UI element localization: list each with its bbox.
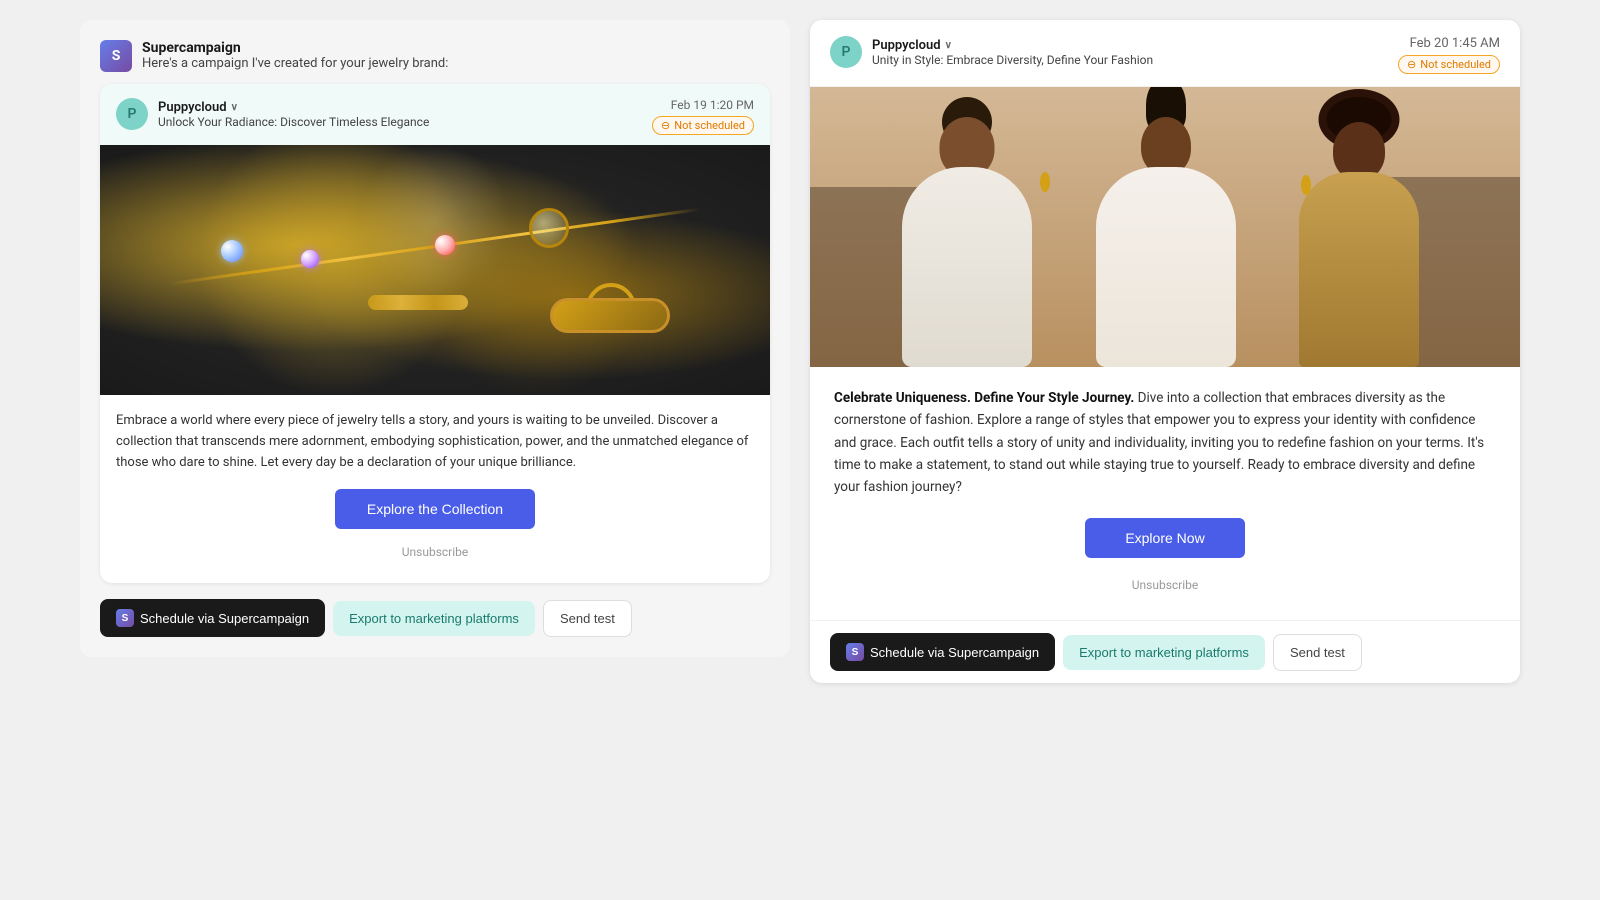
body-2 <box>1096 167 1236 367</box>
brand-intro: Here's a campaign I've created for your … <box>142 56 448 71</box>
export-button-right[interactable]: Export to marketing platforms <box>1063 635 1265 670</box>
send-test-button-right[interactable]: Send test <box>1273 634 1362 671</box>
email-date-left: Feb 19 1:20 PM <box>671 98 754 112</box>
action-bar-left: S Schedule via Supercampaign Export to m… <box>100 599 770 637</box>
supercampaign-logo: S <box>100 40 132 72</box>
email-body-text-left: Embrace a world where every piece of jew… <box>116 411 754 473</box>
gemstone-2 <box>301 250 319 268</box>
sender-name-left[interactable]: Puppycloud ∨ <box>158 100 429 115</box>
chevron-icon-right: ∨ <box>945 40 952 51</box>
email-subject-left: Unlock Your Radiance: Discover Timeless … <box>158 115 429 129</box>
earring-3 <box>1301 175 1311 195</box>
email-header-right: P Puppycloud ∨ Unity in Style: Embrace D… <box>810 20 1520 87</box>
email-date-right: Feb 20 1:45 AM <box>1410 36 1500 51</box>
left-panel: S Supercampaign Here's a campaign I've c… <box>80 20 790 657</box>
email-card-left: P Puppycloud ∨ Unlock Your Radiance: Dis… <box>100 84 770 583</box>
email-meta-right: Feb 20 1:45 AM Not scheduled <box>1398 36 1500 74</box>
body-1 <box>902 167 1032 367</box>
schedule-button-left[interactable]: S Schedule via Supercampaign <box>100 599 325 637</box>
bracelet <box>550 298 670 333</box>
bracelet-2 <box>368 295 468 310</box>
fashion-image <box>810 87 1520 367</box>
body-3 <box>1299 172 1419 367</box>
avatar-right: P <box>830 36 862 68</box>
supercampaign-header: S Supercampaign Here's a campaign I've c… <box>100 40 770 72</box>
send-test-button-left[interactable]: Send test <box>543 600 632 637</box>
schedule-label-right: Schedule via Supercampaign <box>870 645 1039 660</box>
jewelry-image <box>100 145 770 395</box>
earring-1 <box>1040 172 1050 192</box>
explore-now-button[interactable]: Explore Now <box>1085 518 1245 558</box>
email-body-right: Celebrate Uniqueness. Define Your Style … <box>810 367 1520 620</box>
figure-center <box>1066 87 1266 367</box>
jewelry-background <box>100 145 770 395</box>
action-bar-right: S Schedule via Supercampaign Export to m… <box>810 620 1520 683</box>
sender-info-right: Puppycloud ∨ Unity in Style: Embrace Div… <box>872 38 1153 67</box>
email-body-text-right: Celebrate Uniqueness. Define Your Style … <box>834 387 1496 498</box>
figure-right <box>1269 102 1449 367</box>
email-meta-left: Feb 19 1:20 PM Not scheduled <box>652 98 754 135</box>
unsubscribe-left[interactable]: Unsubscribe <box>116 545 754 567</box>
supercampaign-intro: Supercampaign Here's a campaign I've cre… <box>142 40 448 71</box>
status-badge-right: Not scheduled <box>1398 55 1500 74</box>
unsubscribe-right[interactable]: Unsubscribe <box>834 578 1496 592</box>
right-panel: P Puppycloud ∨ Unity in Style: Embrace D… <box>810 20 1520 683</box>
pendant <box>529 208 569 248</box>
explore-collection-button[interactable]: Explore the Collection <box>335 489 535 529</box>
schedule-label-left: Schedule via Supercampaign <box>140 611 309 626</box>
schedule-icon-right: S <box>846 643 864 661</box>
sender-right: P Puppycloud ∨ Unity in Style: Embrace D… <box>830 36 1153 68</box>
email-body-left: Embrace a world where every piece of jew… <box>100 395 770 583</box>
export-button-left[interactable]: Export to marketing platforms <box>333 601 535 636</box>
figure-left <box>867 97 1067 367</box>
email-subject-right: Unity in Style: Embrace Diversity, Defin… <box>872 53 1153 67</box>
jewelry-visual <box>100 145 770 395</box>
gemstone-1 <box>221 240 243 262</box>
schedule-icon-left: S <box>116 609 134 627</box>
chevron-icon-left: ∨ <box>231 102 238 113</box>
sender-left: P Puppycloud ∨ Unlock Your Radiance: Dis… <box>116 98 429 130</box>
avatar-left: P <box>116 98 148 130</box>
body-bold-right: Celebrate Uniqueness. Define Your Style … <box>834 390 1134 406</box>
email-header-left: P Puppycloud ∨ Unlock Your Radiance: Dis… <box>100 84 770 145</box>
brand-name: Supercampaign <box>142 40 448 56</box>
sender-info-left: Puppycloud ∨ Unlock Your Radiance: Disco… <box>158 100 429 129</box>
status-badge-left: Not scheduled <box>652 116 754 135</box>
schedule-button-right[interactable]: S Schedule via Supercampaign <box>830 633 1055 671</box>
sender-name-right[interactable]: Puppycloud ∨ <box>872 38 1153 53</box>
gemstone-3 <box>435 235 455 255</box>
